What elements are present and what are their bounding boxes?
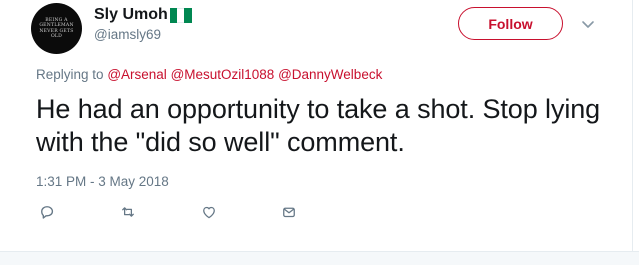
follow-button[interactable]: Follow [458,7,563,40]
direct-message-icon[interactable] [278,201,300,223]
tweet-text: He had an opportunity to take a shot. St… [36,94,601,157]
footer-strip [0,252,639,265]
chevron-down-icon[interactable] [580,16,596,32]
reply-icon[interactable] [36,201,58,223]
retweet-icon[interactable] [117,201,139,223]
tweet-timestamp[interactable]: 1:31 PM - 3 May 2018 [36,174,169,189]
user-name[interactable]: Sly Umoh [94,6,168,24]
like-icon[interactable] [198,201,220,223]
nigeria-flag-icon [169,7,192,23]
tweet-card: BEING A GENTLEMAN NEVER GETS OLD Sly Umo… [0,0,639,265]
mention-link[interactable]: @Arsenal [107,67,166,82]
user-name-row: Sly Umoh [94,4,192,26]
avatar-text-line: OLD [50,33,63,39]
avatar[interactable]: BEING A GENTLEMAN NEVER GETS OLD [31,3,82,54]
replying-to-label: Replying to [36,67,104,82]
mention-link[interactable]: @MesutOzil1088 [171,67,275,82]
replying-to: Replying to @Arsenal @MesutOzil1088 @Dan… [36,67,382,82]
mention-link[interactable]: @DannyWelbeck [278,67,382,82]
card-border [632,0,633,252]
user-handle[interactable]: @iamsly69 [94,27,161,42]
